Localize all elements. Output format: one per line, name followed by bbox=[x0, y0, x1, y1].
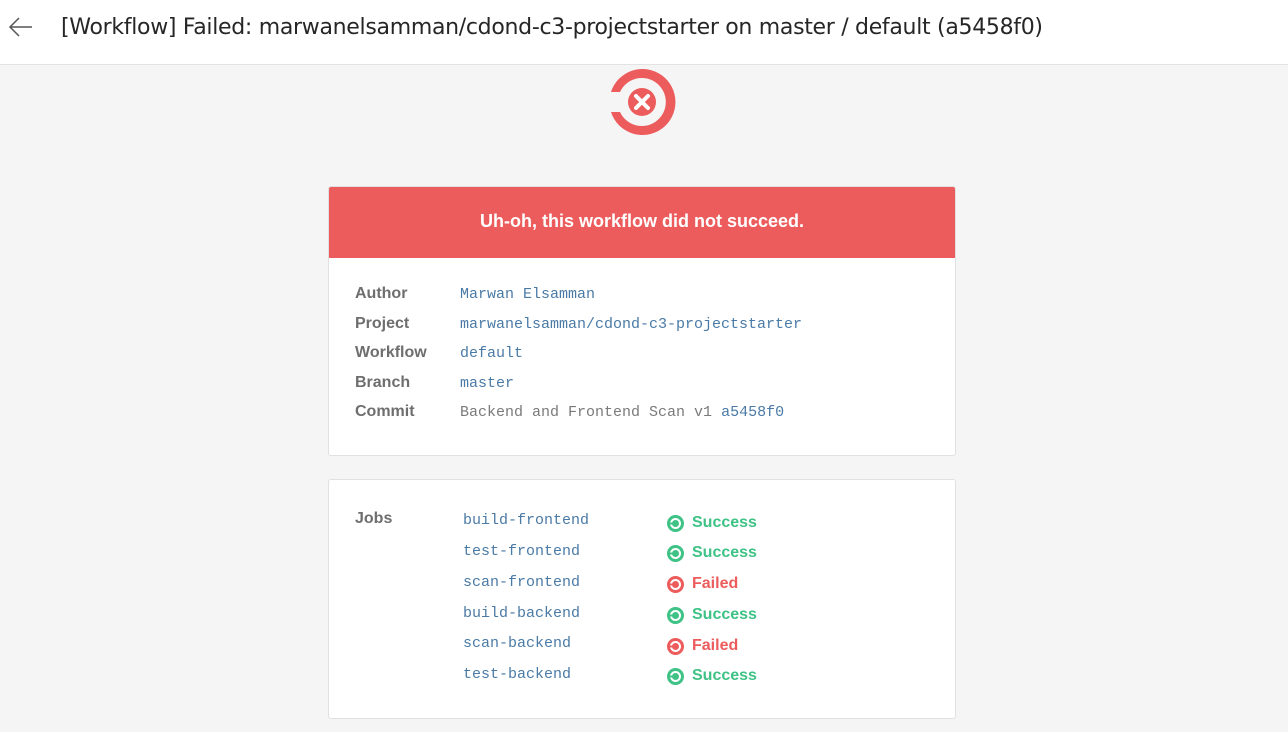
job-status: Success bbox=[667, 666, 757, 686]
job-status-label: Failed bbox=[692, 575, 739, 592]
author-label: Author bbox=[355, 285, 408, 302]
job-name-link[interactable]: build-frontend bbox=[463, 512, 589, 529]
job-status: Failed bbox=[667, 636, 738, 656]
success-status-icon bbox=[667, 514, 684, 532]
jobs-card: Jobs build-frontend Success test-fronten… bbox=[328, 479, 956, 719]
project-link[interactable]: marwanelsamman/cdond-c3-projectstarter bbox=[460, 316, 802, 333]
circleci-failed-logo bbox=[607, 68, 677, 136]
email-subject: [Workflow] Failed: marwanelsamman/cdond-… bbox=[61, 15, 1043, 40]
circleci-failed-logo-icon bbox=[611, 68, 676, 135]
job-status-label: Failed bbox=[692, 637, 739, 654]
project-label: Project bbox=[355, 315, 410, 332]
commit-label: Commit bbox=[355, 403, 415, 420]
commit-value: Backend and Frontend Scan v1 a5458f0 bbox=[460, 404, 784, 421]
email-header: [Workflow] Failed: marwanelsamman/cdond-… bbox=[0, 0, 1288, 65]
success-status-icon bbox=[667, 544, 684, 562]
arrow-left-icon bbox=[8, 17, 32, 37]
failure-banner: Uh-oh, this workflow did not succeed. bbox=[329, 187, 955, 258]
branch-link[interactable]: master bbox=[460, 375, 514, 392]
job-status: Success bbox=[667, 605, 757, 625]
job-status: Success bbox=[667, 513, 757, 533]
jobs-label: Jobs bbox=[355, 510, 393, 527]
job-status: Failed bbox=[667, 574, 738, 594]
commit-hash-link[interactable]: a5458f0 bbox=[721, 404, 784, 421]
job-status-label: Success bbox=[692, 544, 757, 561]
author-value: Marwan Elsamman bbox=[460, 286, 596, 303]
success-status-icon bbox=[667, 667, 684, 685]
workflow-summary-card: Uh-oh, this workflow did not succeed. Au… bbox=[328, 186, 956, 456]
job-name-link[interactable]: scan-frontend bbox=[463, 574, 580, 591]
success-status-icon bbox=[667, 606, 684, 624]
commit-message: Backend and Frontend Scan v1 bbox=[460, 404, 713, 421]
job-status-label: Success bbox=[692, 514, 757, 531]
failed-status-icon bbox=[667, 575, 684, 593]
job-status-label: Success bbox=[692, 667, 757, 684]
failed-status-icon bbox=[667, 637, 684, 655]
job-name-link[interactable]: build-backend bbox=[463, 605, 580, 622]
job-status-label: Success bbox=[692, 606, 757, 623]
job-status: Success bbox=[667, 543, 757, 563]
branch-label: Branch bbox=[355, 374, 411, 391]
job-name-link[interactable]: test-frontend bbox=[463, 543, 580, 560]
job-name-link[interactable]: test-backend bbox=[463, 666, 571, 683]
workflow-link[interactable]: default bbox=[460, 345, 523, 362]
back-button[interactable] bbox=[6, 13, 36, 43]
workflow-label: Workflow bbox=[355, 344, 427, 361]
job-name-link[interactable]: scan-backend bbox=[463, 635, 571, 652]
